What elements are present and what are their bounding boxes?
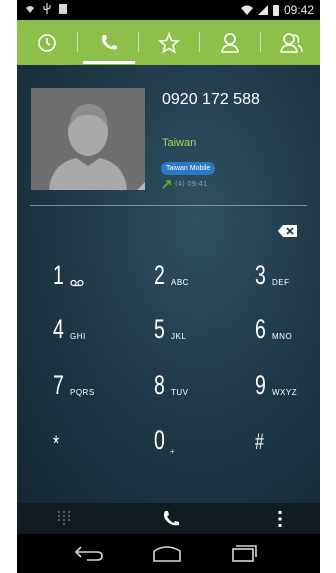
contact-photo[interactable] <box>31 88 145 190</box>
home-button[interactable] <box>151 543 183 563</box>
backspace-icon <box>278 225 297 237</box>
dial-key-star[interactable]: * <box>17 417 118 471</box>
person-icon <box>221 32 239 53</box>
tab-contacts[interactable] <box>200 20 260 65</box>
dialpad-toggle-button[interactable] <box>57 510 71 530</box>
dial-key-hash[interactable]: # <box>219 417 320 471</box>
photo-corner-indicator <box>137 182 145 190</box>
more-vert-icon <box>278 511 282 527</box>
call-button[interactable] <box>161 509 181 533</box>
phone-icon <box>102 34 117 49</box>
dial-key-0[interactable]: 0 + <box>118 417 219 471</box>
overflow-menu-button[interactable] <box>277 510 283 532</box>
dial-key-digit: 3 <box>255 260 266 290</box>
people-icon <box>280 32 303 53</box>
usb-icon <box>43 3 51 14</box>
call-log-entry: (4) 09:41 <box>162 179 207 189</box>
contact-country: Taiwan <box>162 137 197 149</box>
dial-key-3[interactable]: 3 DEF <box>219 252 320 306</box>
phone-screen: 09:42 0920 172 588 Taiwan Taiwan Mobile … <box>17 0 320 573</box>
back-button[interactable] <box>73 543 105 563</box>
recents-button[interactable] <box>227 543 259 563</box>
dial-key-digit: 2 <box>154 260 165 290</box>
dial-key-9[interactable]: 9 WXYZ <box>219 362 320 416</box>
dial-key-letters: ABC <box>171 278 189 287</box>
wifi-signal-icon <box>240 5 253 15</box>
backspace-button[interactable] <box>277 223 299 239</box>
divider <box>30 205 307 206</box>
dial-key-digit: # <box>255 429 264 454</box>
voicemail-icon <box>70 279 84 287</box>
call-log-text: (4) 09:41 <box>175 180 208 188</box>
dial-key-7[interactable]: 7 PQRS <box>17 362 118 416</box>
dial-key-letters: PQRS <box>70 388 95 397</box>
home-icon <box>153 546 181 562</box>
cell-signal-icon <box>257 5 268 15</box>
dial-key-letters: DEF <box>272 278 290 287</box>
dial-key-letters: + <box>170 447 176 456</box>
dial-key-letters: TUV <box>171 388 189 397</box>
phone-icon <box>164 511 179 526</box>
dialer-main: 0920 172 588 Taiwan Taiwan Mobile (4) 09… <box>17 65 320 503</box>
dial-key-digit: 0 <box>154 425 165 455</box>
dial-key-digit: 1 <box>53 260 64 290</box>
dial-key-digit: 5 <box>154 314 165 344</box>
tab-bar <box>17 20 320 65</box>
tab-separator <box>77 32 78 52</box>
dial-key-digit: 4 <box>53 314 64 344</box>
dial-key-2[interactable]: 2 ABC <box>118 252 219 306</box>
recent-apps-icon <box>232 545 257 562</box>
dial-key-letters: JKL <box>171 332 187 341</box>
status-clock: 09:42 <box>283 3 314 17</box>
dial-key-digit: 8 <box>154 370 165 400</box>
battery-icon <box>272 4 279 16</box>
dial-key-digit: 6 <box>255 314 266 344</box>
tab-dialer[interactable] <box>79 20 139 65</box>
dialpad-icon <box>58 511 70 525</box>
dial-key-letters: WXYZ <box>272 388 298 397</box>
outgoing-call-icon <box>162 180 171 189</box>
dial-key-digit: * <box>53 431 60 456</box>
wifi-icon <box>26 5 34 13</box>
tab-favorites[interactable] <box>139 20 199 65</box>
clock-icon <box>38 33 56 52</box>
dial-key-6[interactable]: 6 MNO <box>219 306 320 360</box>
dial-key-8[interactable]: 8 TUV <box>118 362 219 416</box>
dial-key-digit: 7 <box>53 370 64 400</box>
dial-key-letters: MNO <box>272 332 293 341</box>
dial-key-4[interactable]: 4 GHI <box>17 306 118 360</box>
active-tab-indicator <box>83 61 135 64</box>
dial-key-5[interactable]: 5 JKL <box>118 306 219 360</box>
dial-key-digit: 9 <box>255 370 266 400</box>
dial-key-1[interactable]: 1 <box>17 252 118 306</box>
digits-field[interactable] <box>37 217 267 243</box>
dial-key-letters: GHI <box>70 332 86 341</box>
star-icon <box>158 31 180 54</box>
person-silhouette-icon <box>31 88 145 190</box>
tab-recent[interactable] <box>17 20 77 65</box>
tab-groups[interactable] <box>261 20 320 65</box>
carrier-badge: Taiwan Mobile <box>161 162 216 175</box>
notification-icon <box>59 3 67 14</box>
dialer-action-bar <box>17 503 320 534</box>
back-icon <box>74 546 103 561</box>
contact-number: 0920 172 588 <box>162 91 260 108</box>
navigation-bar <box>17 534 320 573</box>
status-bar: 09:42 <box>17 0 320 20</box>
